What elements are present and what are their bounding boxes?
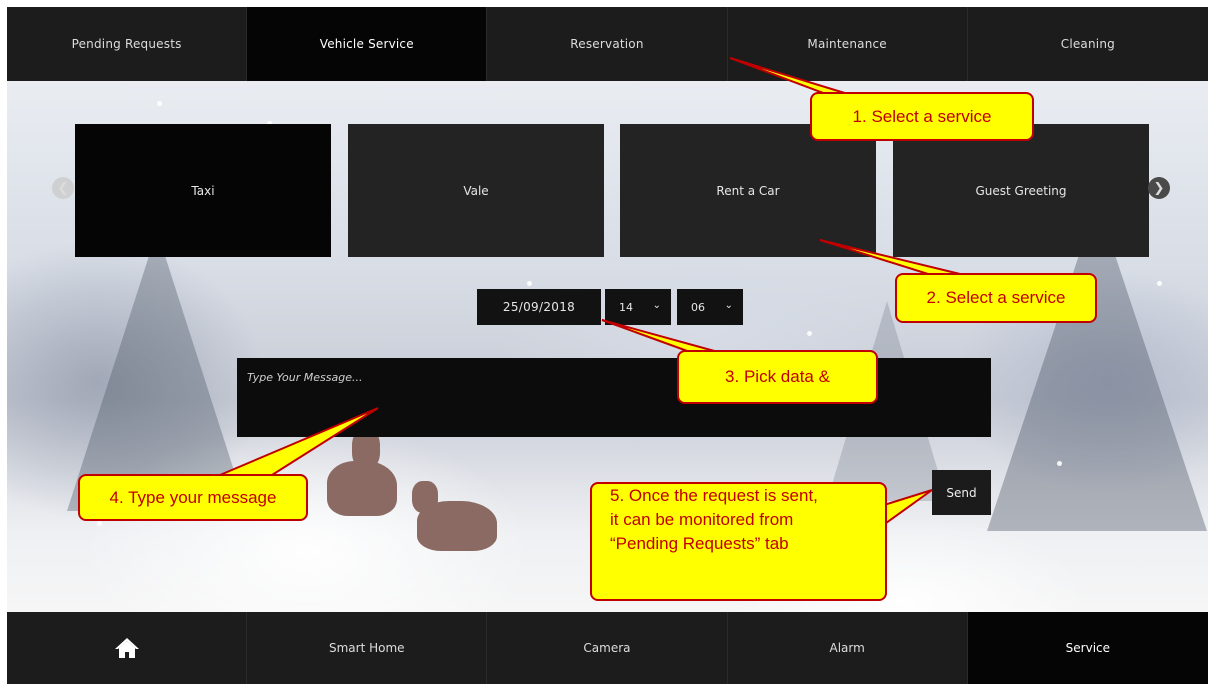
deer-image (412, 481, 438, 513)
callout-5-line-1: 5. Once the request is sent, (610, 486, 818, 505)
top-nav: Pending Requests Vehicle Service Reserva… (7, 7, 1208, 81)
home-icon (114, 638, 139, 658)
service-card-taxi[interactable]: Taxi (75, 124, 331, 257)
hour-value: 14 (619, 300, 633, 314)
callout-5-line-2: it can be monitored from (610, 509, 794, 529)
snowflake (1157, 281, 1162, 286)
tab-cleaning[interactable]: Cleaning (967, 7, 1208, 81)
service-card-guest-greeting[interactable]: Guest Greeting (893, 124, 1149, 257)
tab-camera[interactable]: Camera (487, 612, 728, 684)
bottom-nav: Smart Home Camera Alarm Service (7, 612, 1208, 684)
tab-alarm[interactable]: Alarm (727, 612, 968, 684)
callout-pick-date: 3. Pick data & (677, 350, 878, 404)
carousel-prev-button[interactable]: ❮ (52, 177, 74, 199)
snowflake (1057, 461, 1062, 466)
tab-pending-requests[interactable]: Pending Requests (7, 7, 248, 81)
deer-image (327, 461, 397, 516)
background-tree (67, 231, 247, 511)
hour-select[interactable]: 14 ⌄ (605, 289, 671, 325)
tab-reservation[interactable]: Reservation (487, 7, 728, 81)
tab-maintenance[interactable]: Maintenance (727, 7, 968, 81)
tab-vehicle-service[interactable]: Vehicle Service (247, 7, 488, 81)
tab-service[interactable]: Service (967, 612, 1208, 684)
service-card-rent-a-car[interactable]: Rent a Car (620, 124, 876, 257)
chevron-left-icon: ❮ (57, 180, 69, 196)
snowflake (527, 281, 532, 286)
date-input[interactable]: 25/09/2018 (477, 289, 601, 325)
snowflake (157, 101, 162, 106)
tab-home[interactable] (7, 612, 248, 684)
chevron-right-icon: ❯ (1153, 180, 1165, 196)
chevron-down-icon: ⌄ (724, 300, 733, 311)
callout-select-service-1: 1. Select a service (810, 92, 1034, 141)
callout-pending-requests: 5. Once the request is sent, it can be m… (590, 482, 887, 601)
snowflake (97, 521, 102, 526)
chevron-down-icon: ⌄ (652, 300, 661, 311)
carousel-next-button[interactable]: ❯ (1148, 177, 1170, 199)
callout-5-line-3: “Pending Requests” tab (610, 533, 789, 553)
snowflake (807, 331, 812, 336)
service-card-vale[interactable]: Vale (348, 124, 604, 257)
callout-select-service-2: 2. Select a service (895, 273, 1097, 323)
tab-smart-home[interactable]: Smart Home (247, 612, 488, 684)
send-button[interactable]: Send (932, 470, 991, 515)
minute-select[interactable]: 06 ⌄ (677, 289, 743, 325)
minute-value: 06 (691, 300, 705, 314)
callout-type-message: 4. Type your message (78, 474, 308, 521)
